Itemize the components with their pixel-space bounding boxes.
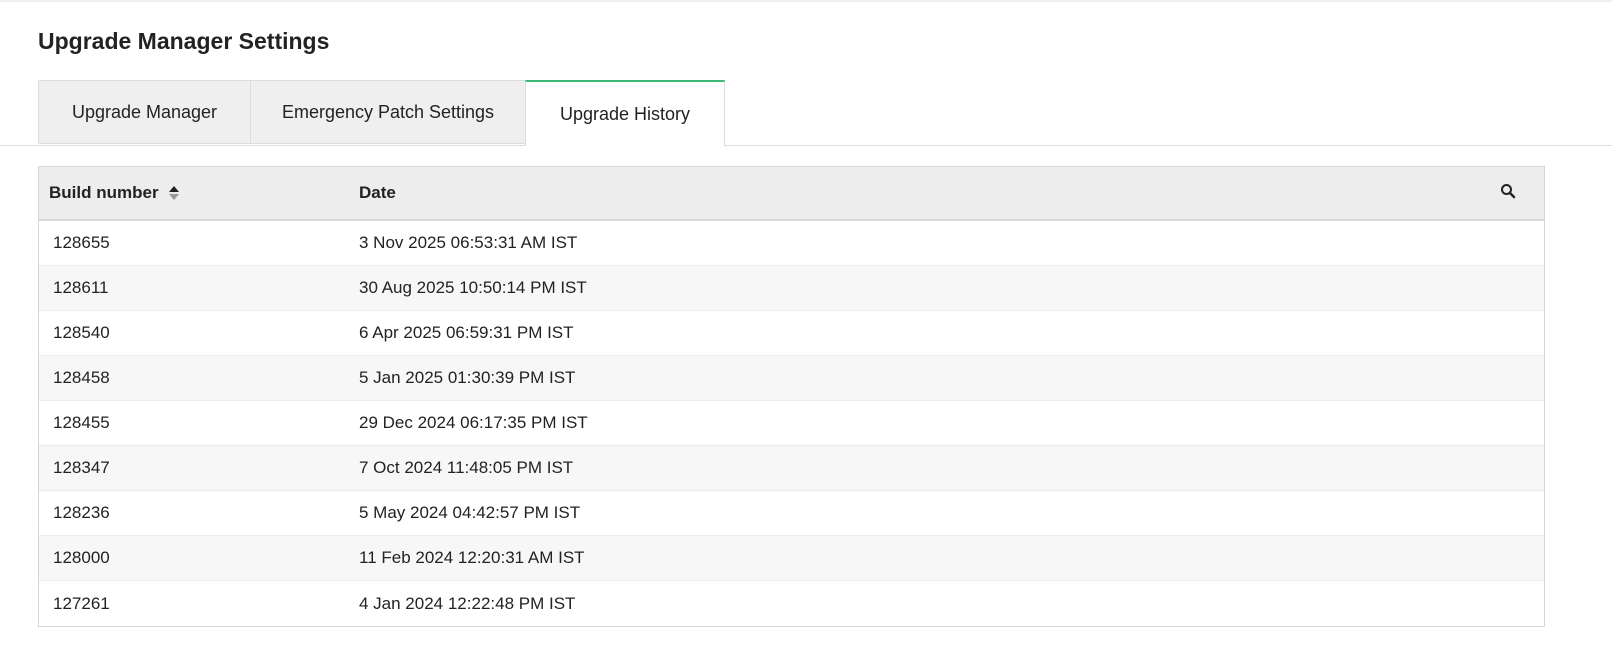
build-number-cell: 128455: [53, 413, 110, 432]
date-column-header: Date: [359, 183, 396, 202]
build-number-cell: 128347: [53, 458, 110, 477]
build-number-cell: 128611: [53, 278, 109, 297]
tab-upgrade-history[interactable]: Upgrade History: [525, 80, 725, 146]
date-cell: 30 Aug 2025 10:50:14 PM IST: [359, 278, 587, 297]
date-cell: 11 Feb 2024 12:20:31 AM IST: [359, 548, 585, 567]
build-number-cell: 128000: [53, 548, 110, 567]
table-row: 128655 3 Nov 2025 06:53:31 AM IST: [39, 221, 1544, 266]
upgrade-history-table: Build number Date 128655 3 Nov 2025 06:53…: [38, 166, 1545, 627]
date-cell: 6 Apr 2025 06:59:31 PM IST: [359, 323, 574, 342]
table-body: 128655 3 Nov 2025 06:53:31 AM IST 128611 30…: [39, 221, 1544, 626]
date-cell: 7 Oct 2024 11:48:05 PM IST: [359, 458, 574, 477]
tab-bar: Upgrade Manager Emergency Patch Settings…: [38, 80, 725, 146]
build-number-cell: 128236: [53, 503, 110, 522]
table-row: 128611 30 Aug 2025 10:50:14 PM IST: [39, 266, 1544, 311]
table-row: 128236 5 May 2024 04:42:57 PM IST: [39, 491, 1544, 536]
date-cell: 5 May 2024 04:42:57 PM IST: [359, 503, 581, 522]
date-cell: 5 Jan 2025 01:30:39 PM IST: [359, 368, 576, 387]
top-divider: [0, 0, 1612, 2]
build-number-cell: 128540: [53, 323, 110, 342]
build-number-column-header[interactable]: Build number: [39, 183, 359, 203]
date-cell: 29 Dec 2024 06:17:35 PM IST: [359, 413, 588, 432]
build-number-cell: 127261: [53, 593, 110, 613]
tab-divider: [0, 145, 1612, 146]
page-title: Upgrade Manager Settings: [38, 28, 330, 54]
table-row: 128458 5 Jan 2025 01:30:39 PM IST: [39, 356, 1544, 401]
table-row: 128455 29 Dec 2024 06:17:35 PM IST: [39, 401, 1544, 446]
tab-upgrade-manager[interactable]: Upgrade Manager: [38, 80, 250, 144]
build-number-cell: 128458: [53, 368, 110, 387]
build-number-cell: 128655: [53, 233, 110, 252]
table-row: 128540 6 Apr 2025 06:59:31 PM IST: [39, 311, 1544, 356]
table-row: 128347 7 Oct 2024 11:48:05 PM IST: [39, 446, 1544, 491]
tab-emergency-patch-settings[interactable]: Emergency Patch Settings: [250, 80, 525, 144]
build-number-header-label: Build number: [49, 183, 159, 202]
table-row: 128000 11 Feb 2024 12:20:31 AM IST: [39, 536, 1544, 581]
table-row: 127261 4 Jan 2024 12:22:48 PM IST: [39, 581, 1544, 626]
date-cell: 4 Jan 2024 12:22:48 PM IST: [359, 593, 576, 613]
sort-icon[interactable]: [168, 185, 179, 201]
search-icon[interactable]: [1500, 183, 1516, 204]
table-header: Build number Date: [39, 167, 1544, 221]
date-cell: 3 Nov 2025 06:53:31 AM IST: [359, 233, 578, 252]
